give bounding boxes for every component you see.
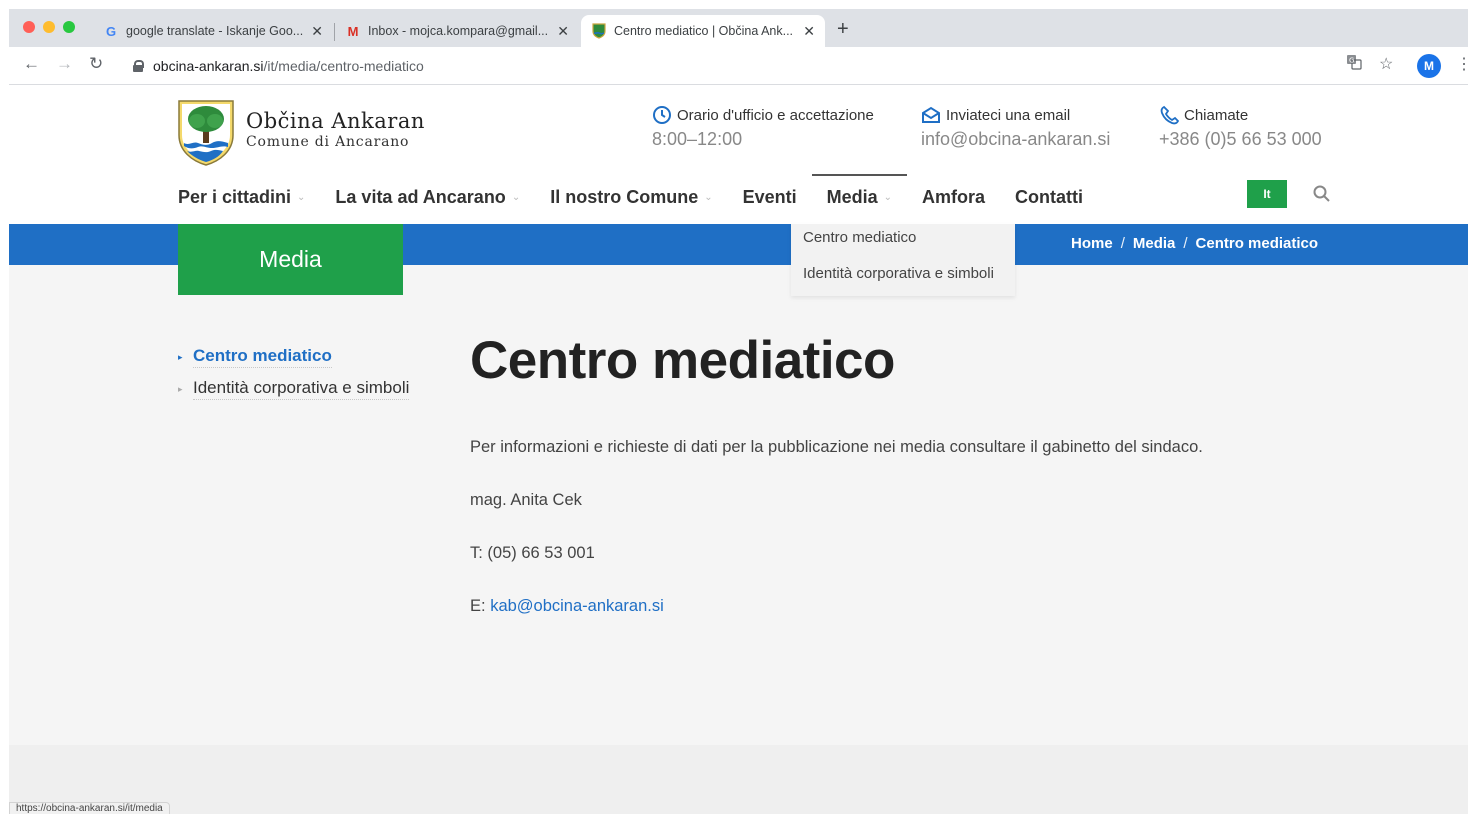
breadcrumb-media[interactable]: Media (1133, 235, 1176, 252)
side-navigation: ▸ Centro mediatico ▸ Identità corporativ… (178, 346, 410, 411)
chevron-down-icon: ⌄ (297, 191, 306, 203)
profile-avatar[interactable]: M (1417, 54, 1441, 78)
breadcrumb-home[interactable]: Home (1071, 235, 1113, 252)
logo-subtitle: Comune di Ancarano (246, 134, 410, 150)
breadcrumb-separator: / (1183, 235, 1188, 252)
status-bar-url: https://obcina-ankaran.si/it/media (9, 802, 170, 814)
nav-per-i-cittadini[interactable]: Per i cittadini ⌄ (178, 177, 305, 217)
svg-text:G: G (1349, 57, 1354, 65)
caret-right-icon: ▸ (178, 351, 183, 362)
chevron-down-icon: ⌄ (883, 191, 893, 203)
translate-icon[interactable]: G (1346, 54, 1362, 73)
office-hours-info: Orario d'ufficio e accettazione 8:00–12:… (652, 103, 874, 150)
phone-icon (1159, 105, 1179, 125)
nav-media[interactable]: Media ⌄ (811, 174, 908, 217)
gmail-icon: M (347, 23, 359, 39)
close-window-button[interactable] (23, 21, 35, 33)
footer-area (9, 745, 1468, 814)
nav-eventi[interactable]: Eventi (743, 177, 797, 217)
dropdown-item-identita-corporativa[interactable]: Identità corporativa e simboli (803, 265, 994, 282)
office-hours-label: Orario d'ufficio e accettazione (677, 106, 874, 124)
page-title: Centro mediatico (470, 331, 895, 390)
browser-tab-google[interactable]: G google translate - Iskanje Goo... ✕ (93, 15, 333, 47)
envelope-icon (921, 105, 941, 125)
phone-value[interactable]: +386 (0)5 66 53 000 (1159, 129, 1322, 150)
breadcrumb: Home / Media / Centro mediatico (1071, 235, 1318, 252)
email-value[interactable]: info@obcina-ankaran.si (921, 129, 1110, 150)
email-info: Inviateci una email info@obcina-ankaran.… (921, 103, 1110, 150)
tab-title: google translate - Iskanje Goo... (126, 24, 304, 38)
browser-tab-gmail[interactable]: M Inbox - mojca.kompara@gmail... ✕ (335, 15, 579, 47)
dropdown-item-centro-mediatico[interactable]: Centro mediatico (803, 229, 916, 246)
nav-la-vita-ad-ancarano[interactable]: La vita ad Ancarano ⌄ (335, 177, 520, 217)
site-header: Občina Ankaran Comune di Ancarano Orario… (9, 85, 1468, 224)
nav-il-nostro-comune[interactable]: Il nostro Comune ⌄ (550, 177, 712, 217)
tab-title: Centro mediatico | Občina Ank... (614, 24, 794, 38)
close-icon[interactable]: ✕ (557, 23, 569, 40)
sidenav-item-centro-mediatico[interactable]: ▸ Centro mediatico (178, 346, 409, 368)
address-bar[interactable]: obcina-ankaran.si/it/media/centro-mediat… (119, 52, 1309, 80)
browser-chrome: G google translate - Iskanje Goo... ✕ M … (9, 9, 1468, 85)
email-label: Inviateci una email (946, 106, 1071, 124)
search-icon[interactable] (1312, 184, 1332, 204)
url-path: /it/media/centro-mediatico (263, 58, 424, 74)
office-hours-value: 8:00–12:00 (652, 129, 743, 149)
url-host: obcina-ankaran.si (153, 58, 264, 74)
section-title: Media (178, 224, 403, 295)
forward-arrow-icon[interactable]: → (56, 54, 73, 74)
sidenav-item-identita-corporativa[interactable]: ▸ Identità corporativa e simboli (178, 378, 410, 400)
phone-info: Chiamate +386 (0)5 66 53 000 (1159, 103, 1322, 150)
phone-label: Chiamate (1184, 106, 1249, 124)
close-icon[interactable]: ✕ (803, 23, 815, 40)
website: Občina Ankaran Comune di Ancarano Orario… (9, 85, 1468, 814)
bookmark-star-icon[interactable]: ☆ (1379, 54, 1393, 74)
clock-icon (652, 105, 672, 125)
municipality-logo[interactable] (177, 99, 235, 167)
lock-icon (133, 60, 144, 72)
tab-title: Inbox - mojca.kompara@gmail... (368, 24, 548, 38)
tab-strip: G google translate - Iskanje Goo... ✕ M … (9, 9, 1468, 47)
contact-email-line: E: kab@obcina-ankaran.si (470, 597, 664, 615)
contact-email-link[interactable]: kab@obcina-ankaran.si (490, 597, 664, 615)
main-navigation: Per i cittadini ⌄ La vita ad Ancarano ⌄ Il… (178, 174, 1113, 217)
browser-tab-active[interactable]: Centro mediatico | Občina Ank... ✕ (581, 15, 825, 47)
caret-right-icon: ▸ (178, 383, 183, 394)
media-dropdown-menu: Centro mediatico Identità corporativa e … (791, 224, 1015, 296)
contact-phone: T: (05) 66 53 001 (470, 544, 595, 562)
language-button[interactable]: It (1247, 180, 1287, 208)
new-tab-icon[interactable]: + (837, 18, 849, 41)
nav-contatti[interactable]: Contatti (1015, 177, 1083, 217)
chevron-down-icon: ⌄ (511, 191, 521, 203)
back-arrow-icon[interactable]: ← (23, 54, 40, 74)
maximize-window-button[interactable] (63, 21, 75, 33)
contact-name: mag. Anita Cek (470, 491, 582, 509)
minimize-window-button[interactable] (43, 21, 55, 33)
close-icon[interactable]: ✕ (311, 23, 323, 40)
logo-title: Občina Ankaran (246, 109, 425, 133)
breadcrumb-current: Centro mediatico (1195, 235, 1319, 252)
coat-of-arms-icon (591, 23, 607, 39)
browser-toolbar: ← → ↻ obcina-ankaran.si/it/media/centro-… (9, 47, 1468, 85)
breadcrumb-separator: / (1120, 235, 1125, 252)
browser-menu-icon[interactable]: ⋮ (1456, 54, 1468, 74)
nav-amfora[interactable]: Amfora (922, 177, 985, 217)
intro-text: Per informazioni e richieste di dati per… (470, 438, 1203, 456)
google-g-icon: G (105, 23, 117, 39)
chevron-down-icon: ⌄ (704, 191, 713, 203)
reload-icon[interactable]: ↻ (89, 54, 103, 74)
